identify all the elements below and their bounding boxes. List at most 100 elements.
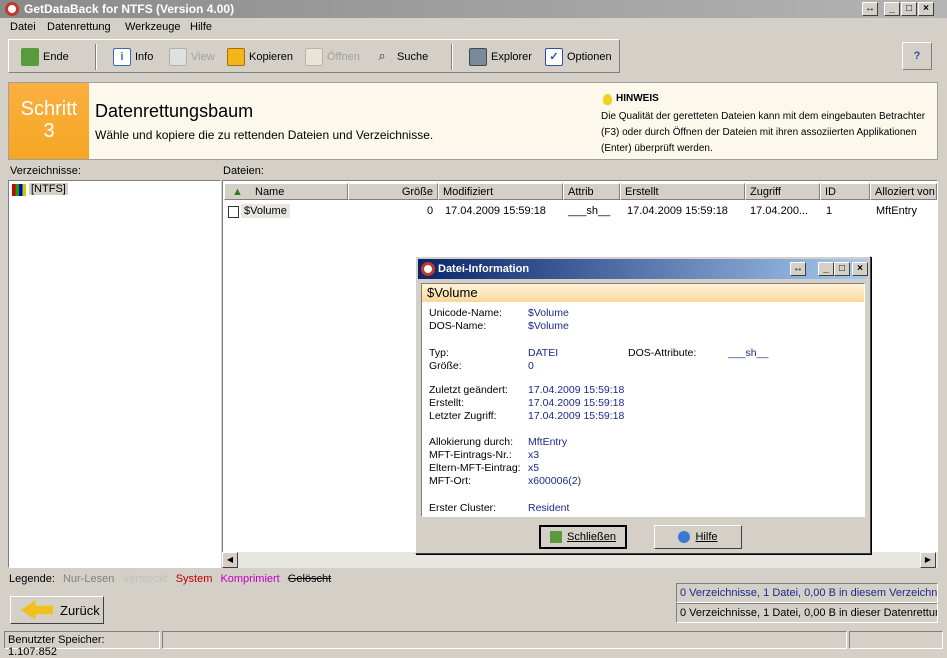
sort-up-icon: ▲: [232, 186, 243, 198]
toolbar-separator: [95, 44, 97, 70]
cell-name[interactable]: $Volume: [241, 204, 290, 218]
dialog-title: Datei-Information: [438, 263, 530, 275]
field-label: Eltern-MFT-Eintrag:: [429, 462, 521, 474]
field-label: Unicode-Name:: [429, 307, 502, 319]
legend-label: Legende:: [9, 573, 55, 585]
ntfs-drive-icon: [12, 184, 26, 196]
menu-werkzeuge[interactable]: Werkzeuge: [125, 21, 180, 33]
field-value: x600006(2): [528, 475, 582, 487]
tree-root-ntfs[interactable]: [NTFS]: [29, 183, 68, 195]
directories-label: Verzeichnisse:: [10, 165, 81, 177]
open-icon: [305, 48, 323, 66]
field-value: $Volume: [528, 320, 569, 332]
cell-size: 0: [427, 205, 434, 217]
file-info-dialog: Datei-Information ↔ _ □ × $Volume Unicod…: [415, 256, 871, 554]
explorer-button[interactable]: Explorer: [469, 46, 532, 68]
field-label: Typ:: [429, 347, 449, 359]
menu-bar: Datei Datenrettung Werkzeuge Hilfe: [0, 18, 947, 37]
status-panel: [162, 631, 847, 649]
horizontal-scrollbar[interactable]: ◀ ▶: [222, 552, 938, 568]
explorer-icon: [469, 48, 487, 66]
toolbar: Ende i Info View Kopieren Öffnen ⌕ Suche E…: [8, 39, 620, 73]
app-icon: [421, 262, 435, 276]
arrow-left-icon: [21, 600, 53, 620]
field-label: Größe:: [429, 360, 462, 372]
dialog-close-button[interactable]: Schließen: [539, 525, 627, 549]
exit-icon: [550, 531, 563, 543]
recovery-status: 0 Verzeichnisse, 1 Datei, 0,00 B in dies…: [676, 603, 938, 623]
info-icon: i: [113, 48, 131, 66]
toolbar-separator: [451, 44, 453, 70]
field-label: Allokierung durch:: [429, 436, 514, 448]
title-bar: GetDataBack for NTFS (Version 4.00) ↔ _ …: [0, 0, 947, 18]
legend-hidden: Versteckt: [122, 573, 168, 585]
dialog-resize-icon[interactable]: ↔: [790, 262, 806, 276]
cell-modified: 17.04.2009 15:59:18: [445, 205, 546, 217]
step-label: Schritt: [20, 98, 78, 120]
minimize-button[interactable]: _: [884, 2, 900, 16]
help-icon[interactable]: ?: [902, 42, 932, 70]
copy-button[interactable]: Kopieren: [227, 46, 293, 68]
field-value: Resident: [528, 502, 570, 514]
field-label: MFT-Eintrags-Nr.:: [429, 449, 512, 461]
field-value: 17.04.2009 15:59:18: [528, 397, 625, 409]
dialog-body: $Volume Unicode-Name: $Volume DOS-Name: …: [421, 283, 865, 517]
lightbulb-icon: [603, 94, 612, 105]
field-value: 17.04.2009 15:59:18: [528, 410, 625, 422]
close-button[interactable]: ×: [918, 2, 934, 16]
field-value: x3: [528, 449, 540, 461]
column-modified[interactable]: Modifiziert: [438, 183, 563, 200]
maximize-button[interactable]: □: [901, 2, 917, 16]
dialog-close-icon[interactable]: ×: [852, 262, 868, 276]
hint-label: HINWEIS: [616, 93, 659, 104]
legend-compressed: Komprimiert: [220, 573, 280, 585]
column-created[interactable]: Erstellt: [620, 183, 745, 200]
menu-datenrettung[interactable]: Datenrettung: [47, 21, 111, 33]
column-id[interactable]: ID: [820, 183, 870, 200]
dialog-minimize-button[interactable]: _: [818, 262, 834, 276]
column-attrib[interactable]: Attrib: [563, 183, 620, 200]
legend-readonly: Nur-Lesen: [62, 573, 115, 585]
column-allocated[interactable]: Alloziert von: [870, 183, 937, 200]
dialog-title-bar: Datei-Information ↔ _ □ ×: [418, 259, 868, 279]
field-value: x5: [528, 462, 540, 474]
binoculars-icon: ⌕: [378, 48, 386, 63]
column-accessed[interactable]: Zugriff: [745, 183, 820, 200]
dialog-help-button[interactable]: Hilfe: [654, 525, 742, 549]
column-size[interactable]: Größe: [348, 183, 438, 200]
cell-attrib: ___sh__: [568, 205, 611, 217]
help-icon: [678, 531, 691, 543]
directory-status: 0 Verzeichnisse, 1 Datei, 0,00 B in dies…: [676, 583, 938, 603]
cell-id: 1: [826, 205, 833, 217]
status-panel: [849, 631, 943, 649]
legend: Legende: Nur-Lesen Versteckt System Komp…: [9, 573, 336, 585]
view-button[interactable]: View: [169, 46, 215, 68]
scroll-left-icon[interactable]: ◀: [222, 552, 238, 568]
copy-icon: [227, 48, 245, 66]
files-label: Dateien:: [223, 165, 264, 177]
menu-hilfe[interactable]: Hilfe: [190, 21, 212, 33]
field-label: MFT-Ort:: [429, 475, 471, 487]
window-title: GetDataBack for NTFS (Version 4.00): [24, 2, 235, 16]
field-label: Zuletzt geändert:: [429, 384, 508, 396]
back-button[interactable]: Zurück: [10, 596, 104, 624]
dialog-maximize-button[interactable]: □: [834, 262, 850, 276]
field-value: DATEI: [528, 347, 559, 359]
step-header: Schritt 3 Datenrettungsbaum Wähle und ko…: [8, 82, 938, 160]
field-value: $Volume: [528, 307, 569, 319]
directory-tree[interactable]: [NTFS]: [8, 180, 221, 568]
exit-button[interactable]: Ende: [21, 46, 69, 68]
scroll-right-icon[interactable]: ▶: [920, 552, 936, 568]
field-value: 17.04.2009 15:59:18: [528, 384, 625, 396]
search-button[interactable]: ⌕ Suche: [371, 46, 428, 68]
info-button[interactable]: i Info: [113, 46, 153, 68]
field-label: Erster Cluster:: [429, 502, 497, 514]
resize-icon[interactable]: ↔: [862, 2, 878, 16]
field-label: DOS-Name:: [429, 320, 487, 332]
memory-status: Benutzter Speicher: 1.107.852: [4, 631, 160, 658]
options-button[interactable]: ✓ Optionen: [545, 46, 612, 68]
app-icon[interactable]: [5, 2, 19, 16]
menu-datei[interactable]: Datei: [10, 21, 36, 33]
page-title: Datenrettungsbaum: [95, 101, 254, 121]
open-button[interactable]: Öffnen: [305, 46, 360, 68]
